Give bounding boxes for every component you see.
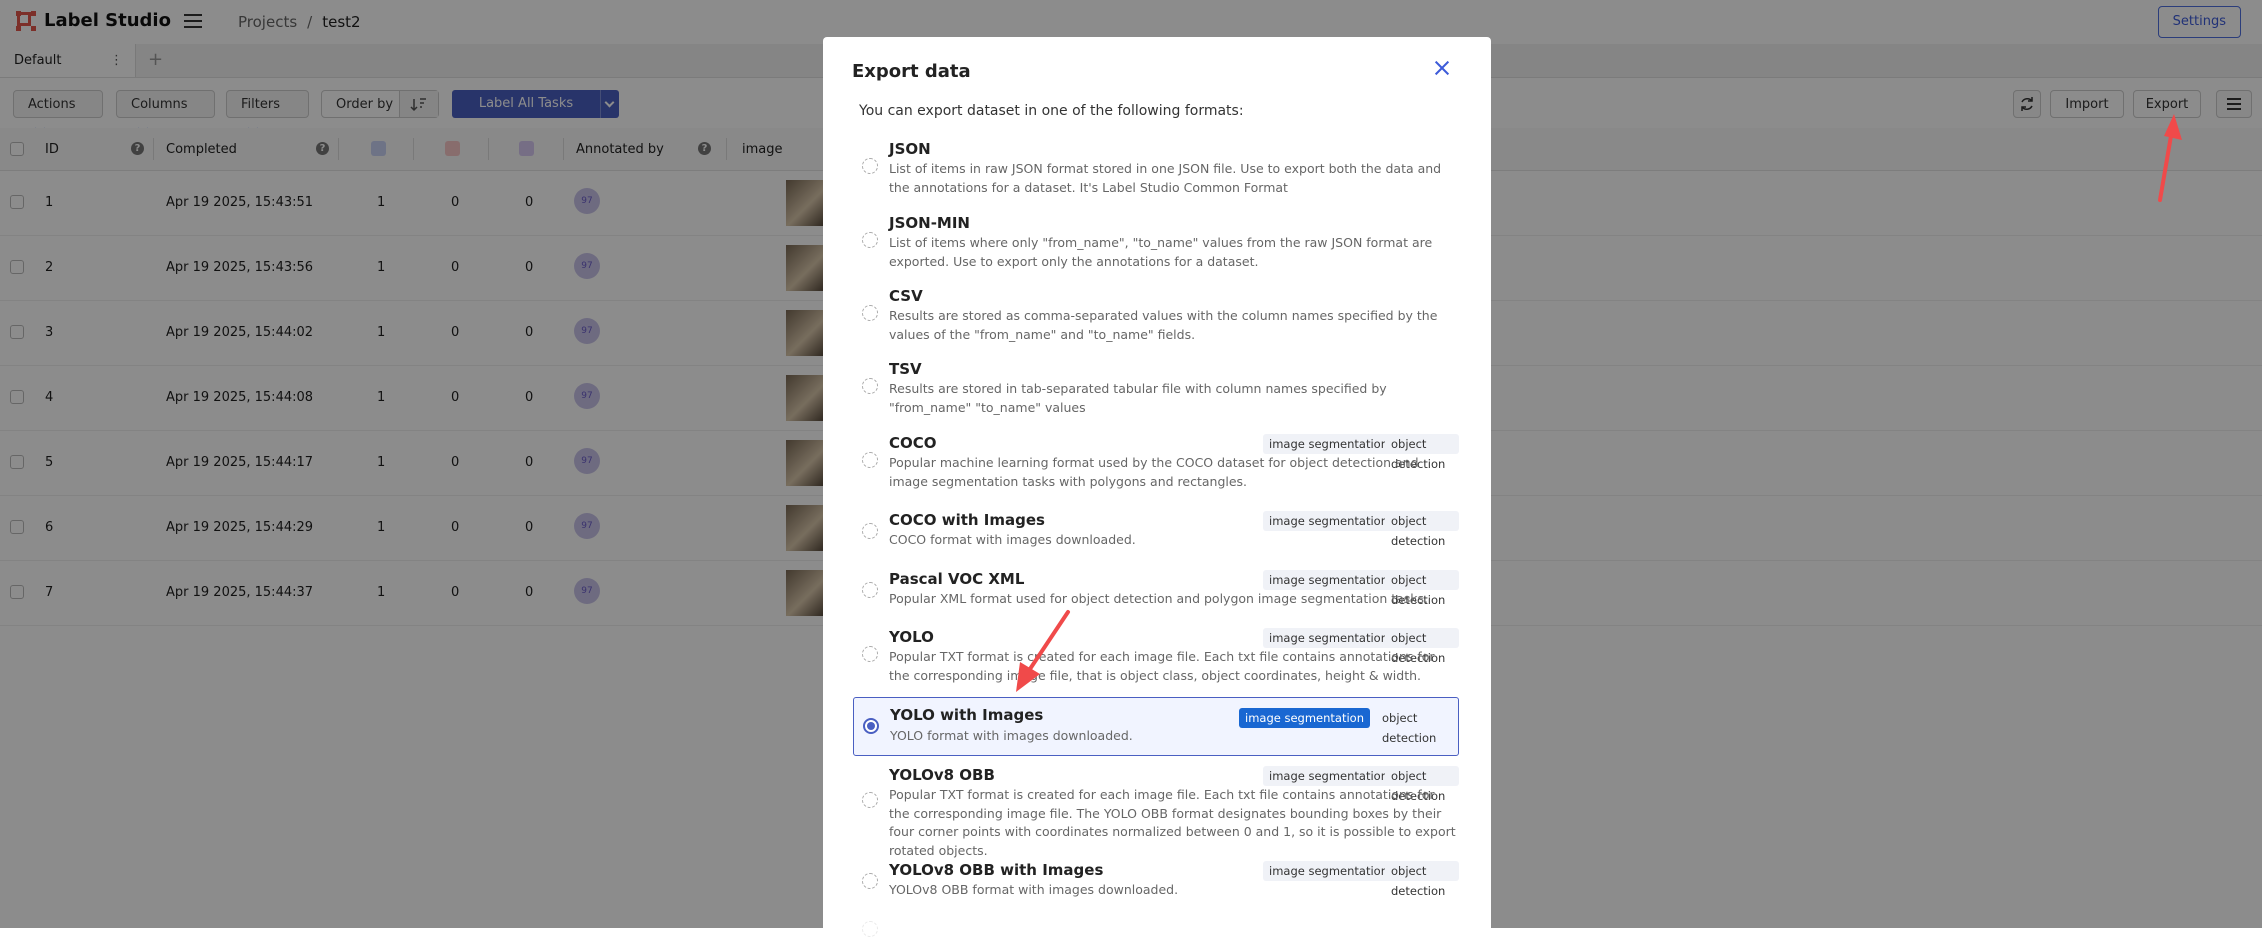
format-description: Popular TXT format is created for each i…: [889, 649, 1435, 683]
format-name: YOLOv8 OBB: [889, 766, 995, 784]
format-name: YOLO with Images: [890, 706, 1044, 724]
format-radio[interactable]: [862, 646, 878, 662]
format-option-coco[interactable]: COCO image segmentation object detection…: [853, 434, 1459, 498]
format-description: Popular XML format used for object detec…: [889, 591, 1429, 606]
tag-image-segmentation: image segmentation: [1239, 708, 1370, 728]
tag-image-segmentation: image segmentation: [1263, 570, 1394, 590]
tag-image-segmentation: image segmentation: [1263, 861, 1394, 881]
format-option-yolov8-obb[interactable]: YOLOv8 OBB image segmentation object det…: [853, 766, 1459, 858]
tag-object-detection: object detection: [1385, 434, 1459, 471]
tag-object-detection: object detection: [1385, 861, 1459, 898]
format-description: COCO format with images downloaded.: [889, 532, 1136, 547]
red-arrow-yolo-icon: [1016, 610, 1070, 692]
format-radio[interactable]: [862, 305, 878, 321]
format-name: TSV: [889, 360, 922, 378]
format-radio[interactable]: [862, 378, 878, 394]
tag-image-segmentation: image segmentation: [1263, 766, 1394, 786]
format-option-json-min[interactable]: JSON-MIN List of items where only "from_…: [853, 214, 1459, 278]
tag-image-segmentation: image segmentation: [1263, 511, 1394, 531]
format-option-coco-with-images[interactable]: COCO with Images image segmentation obje…: [853, 511, 1459, 557]
format-radio[interactable]: [862, 452, 878, 468]
format-description: Popular TXT format is created for each i…: [889, 787, 1456, 858]
format-name: COCO with Images: [889, 511, 1045, 529]
format-name: YOLO: [889, 628, 934, 646]
red-arrow-export-icon: [2158, 114, 2182, 202]
format-description: Results are stored as comma-separated va…: [889, 308, 1438, 342]
format-option-tsv[interactable]: TSV Results are stored in tab-separated …: [853, 360, 1459, 424]
format-name: Pascal VOC XML: [889, 570, 1025, 588]
format-radio[interactable]: [862, 232, 878, 248]
format-option-partial: [853, 917, 1459, 937]
format-description: Results are stored in tab-separated tabu…: [889, 381, 1387, 415]
tag-object-detection: object detection: [1385, 570, 1459, 607]
format-option-yolov8-obb-with-images[interactable]: YOLOv8 OBB with Images image segmentatio…: [853, 861, 1459, 907]
format-name: COCO: [889, 434, 937, 452]
format-name: JSON: [889, 140, 931, 158]
tag-object-detection: object detection: [1382, 711, 1437, 745]
format-radio[interactable]: [862, 792, 878, 808]
export-data-modal: Export data You can export dataset in on…: [823, 37, 1491, 937]
format-radio[interactable]: [862, 523, 878, 539]
format-description: List of items in raw JSON format stored …: [889, 161, 1442, 195]
format-radio-selected[interactable]: [863, 718, 879, 734]
tag-image-segmentation: image segmentation: [1263, 628, 1394, 648]
format-option-json[interactable]: JSON List of items in raw JSON format st…: [853, 140, 1459, 204]
modal-title: Export data: [852, 61, 971, 82]
format-description: YOLOv8 OBB format with images downloaded…: [889, 882, 1179, 897]
modal-intro-text: You can export dataset in one of the fol…: [859, 103, 1244, 119]
format-radio[interactable]: [862, 158, 878, 174]
format-option-pascal-voc-xml[interactable]: Pascal VOC XML image segmentation object…: [853, 570, 1459, 616]
format-option-yolo-with-images[interactable]: YOLO with Images image segmentation obje…: [853, 697, 1459, 756]
format-radio[interactable]: [862, 582, 878, 598]
format-description: YOLO format with images downloaded.: [890, 728, 1133, 743]
format-description: Popular machine learning format used by …: [889, 455, 1419, 489]
tag-object-detection: object detection: [1385, 511, 1459, 548]
format-name: YOLOv8 OBB with Images: [889, 861, 1104, 879]
format-radio: [862, 921, 878, 937]
tag-object-detection: object detection: [1385, 628, 1459, 665]
close-icon[interactable]: [1433, 59, 1451, 77]
format-option-csv[interactable]: CSV Results are stored as comma-separate…: [853, 287, 1459, 351]
format-name: CSV: [889, 287, 923, 305]
format-radio[interactable]: [862, 873, 878, 889]
format-description: List of items where only "from_name", "t…: [889, 235, 1433, 269]
format-option-yolo[interactable]: YOLO image segmentation object detection…: [853, 628, 1459, 692]
tag-object-detection: object detection: [1385, 766, 1459, 803]
format-name: JSON-MIN: [889, 214, 970, 232]
tag-image-segmentation: image segmentation: [1263, 434, 1394, 454]
